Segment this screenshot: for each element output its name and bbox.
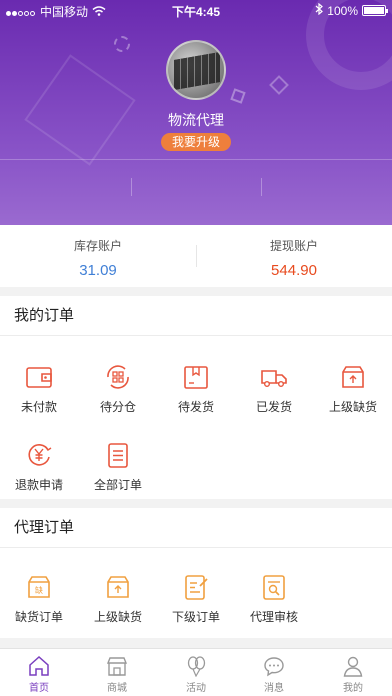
order-refund-label: 退款申请	[14, 478, 63, 492]
agent-shortage-orders[interactable]: 缺 缺货订单	[0, 572, 78, 625]
withdraw-account-value: 544.90	[271, 262, 317, 279]
shortage-box-icon: 缺	[24, 572, 54, 602]
inventory-account-label: 库存账户	[73, 239, 122, 253]
list-doc-icon	[103, 440, 133, 470]
decor-circle	[306, 0, 392, 90]
decor-triangle-small	[269, 75, 289, 95]
edit-doc-icon	[181, 572, 211, 602]
sort-grid-icon	[103, 362, 133, 392]
order-pending-split-label: 待分仓	[99, 400, 136, 414]
decor-square	[230, 88, 246, 104]
my-orders-title: 我的订单	[0, 296, 392, 336]
agent-orders-section: 代理订单 缺 缺货订单 上级缺货 下级订单 代理审核	[0, 508, 392, 638]
truck-icon	[259, 362, 289, 392]
tab-home-label: 首页	[29, 683, 49, 694]
tab-messages[interactable]: 消息	[235, 649, 313, 696]
order-to-ship[interactable]: 待发货	[157, 362, 235, 415]
chat-icon	[263, 655, 285, 677]
upload-box-icon	[338, 362, 368, 392]
accounts-panel: 库存账户 31.09 提现账户 544.90	[0, 225, 392, 287]
avatar[interactable]	[166, 40, 226, 100]
order-upper-stockout-label: 上级缺货	[328, 400, 377, 414]
decor-dashed-circle	[114, 36, 130, 52]
inventory-account-value: 31.09	[79, 262, 117, 279]
person-icon	[342, 655, 364, 677]
bottom-tab-bar: 首页 商城 活动 消息 我的	[0, 648, 392, 696]
header-tick	[261, 178, 262, 196]
profile-header: 中国移动 下午4:45 100% 物流代理 我要升级	[0, 0, 392, 225]
agent-upper-stockout[interactable]: 上级缺货	[79, 572, 157, 625]
shop-icon	[106, 655, 128, 677]
order-refund[interactable]: 退款申请	[0, 440, 78, 493]
agent-upper-stockout-label: 上级缺货	[93, 610, 142, 624]
order-unpaid-label: 未付款	[20, 400, 57, 414]
header-tick	[131, 178, 132, 196]
agent-orders-title: 代理订单	[0, 508, 392, 548]
order-upper-stockout[interactable]: 上级缺货	[314, 362, 392, 415]
agent-review-label: 代理审核	[249, 610, 298, 624]
tab-activity[interactable]: 活动	[157, 649, 235, 696]
order-unpaid[interactable]: 未付款	[0, 362, 78, 415]
agent-sub-orders[interactable]: 下级订单	[157, 572, 235, 625]
balloon-icon	[185, 655, 207, 678]
order-pending-split[interactable]: 待分仓	[79, 362, 157, 415]
withdraw-account[interactable]: 提现账户 544.90	[196, 225, 392, 287]
wallet-icon	[24, 362, 54, 392]
my-orders-section: 我的订单 未付款 待分仓 待发货 已发货 上级缺货 退款申请 全部订单	[0, 296, 392, 499]
yen-refund-icon	[24, 440, 54, 470]
upload-box-icon	[103, 572, 133, 602]
username: 物流代理	[168, 112, 224, 128]
tab-shop-label: 商城	[107, 683, 127, 694]
box-icon	[181, 362, 211, 392]
inventory-account[interactable]: 库存账户 31.09	[0, 225, 196, 287]
tab-activity-label: 活动	[186, 683, 206, 694]
svg-text:缺: 缺	[35, 585, 43, 595]
header-divider	[0, 159, 392, 160]
order-to-ship-label: 待发货	[177, 400, 214, 414]
agent-sub-orders-label: 下级订单	[171, 610, 220, 624]
order-all-label: 全部订单	[93, 478, 142, 492]
tab-shop[interactable]: 商城	[78, 649, 156, 696]
order-shipped-label: 已发货	[255, 400, 292, 414]
upgrade-button[interactable]: 我要升级	[161, 133, 231, 151]
tab-mine-label: 我的	[343, 683, 363, 694]
home-icon	[28, 655, 50, 677]
agent-shortage-orders-label: 缺货订单	[14, 610, 63, 624]
agent-review[interactable]: 代理审核	[235, 572, 313, 625]
tab-mine[interactable]: 我的	[314, 649, 392, 696]
tab-home[interactable]: 首页	[0, 649, 78, 696]
order-all[interactable]: 全部订单	[79, 440, 157, 493]
withdraw-account-label: 提现账户	[269, 239, 318, 253]
order-shipped[interactable]: 已发货	[235, 362, 313, 415]
tab-messages-label: 消息	[264, 683, 284, 694]
review-doc-icon	[259, 572, 289, 602]
